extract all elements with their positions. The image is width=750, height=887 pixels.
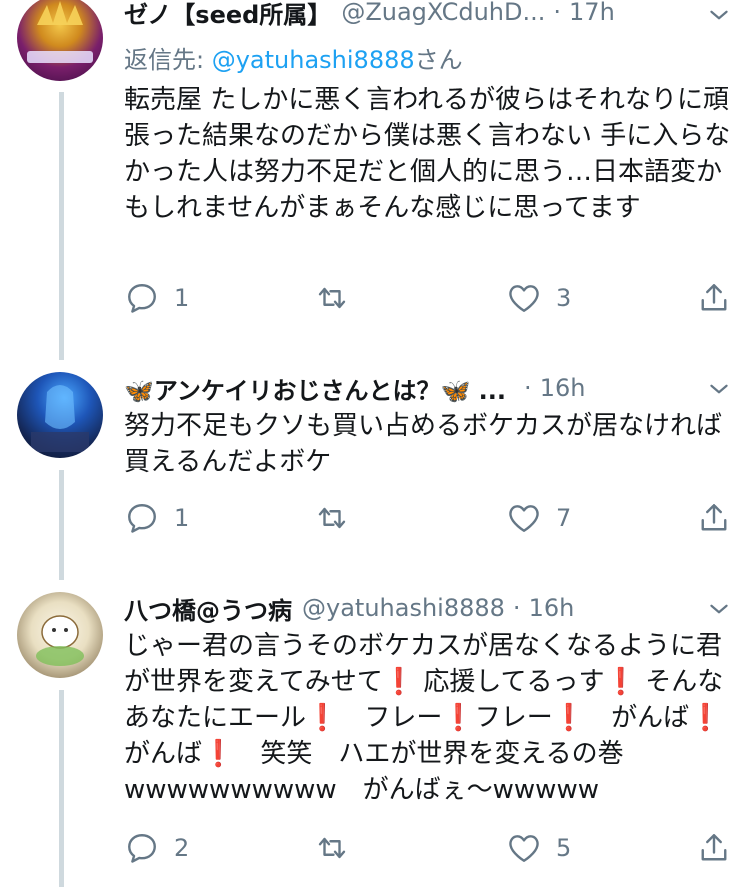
reply-to-suffix: さん	[414, 46, 463, 74]
reply-icon	[124, 280, 160, 316]
tweet-3[interactable]: 八つ橋@うつ病 @yatuhashi8888 · 16h じゃー君の言うそのボケ…	[0, 580, 750, 887]
avatar[interactable]	[17, 0, 103, 81]
display-name[interactable]: ゼノ【seed所属】	[124, 0, 331, 30]
like-icon	[506, 830, 542, 866]
tweet-text: 転売屋 たしかに悪く言われるが彼らはそれなりに頑張った結果なのだから僕は悪く言わ…	[124, 85, 731, 223]
reply-to-line: 返信先: @yatuhashi8888さん	[124, 40, 463, 75]
tweet-header: 八つ橋@うつ病 @yatuhashi8888 · 16h	[124, 588, 730, 628]
tweet-actions: 1 3	[124, 278, 734, 318]
share-icon	[696, 500, 732, 536]
chevron-down-icon[interactable]	[706, 596, 732, 626]
separator-dot: ·	[524, 374, 532, 402]
chevron-down-icon[interactable]	[706, 376, 732, 406]
reply-icon	[124, 830, 160, 866]
reply-to-handle[interactable]: @yatuhashi8888	[212, 46, 415, 74]
like-button[interactable]: 7	[506, 498, 571, 538]
display-name[interactable]: 八つ橋@うつ病	[124, 591, 292, 626]
like-count: 7	[556, 504, 572, 532]
like-count: 3	[556, 284, 572, 312]
reply-count: 1	[174, 504, 190, 532]
share-icon	[696, 830, 732, 866]
tweet-actions: 2 5	[124, 828, 734, 868]
timestamp[interactable]: 16h	[540, 374, 586, 402]
tweet-text: じゃー君の言うそのボケカスが居なくなるように君が世界を変えてみせて❗️ 応援して…	[124, 631, 724, 805]
like-button[interactable]: 5	[506, 828, 571, 868]
retweet-icon	[314, 280, 350, 316]
tweet-1[interactable]: ゼノ【seed所属】 @ZuagXCduhD... · 17h 返信先: @ya…	[0, 0, 750, 360]
reply-count: 1	[174, 284, 190, 312]
thread-line	[59, 92, 64, 360]
timestamp[interactable]: 16h	[529, 594, 575, 622]
share-button[interactable]	[696, 278, 732, 318]
separator-dot: ·	[553, 0, 562, 26]
separator-dot: ·	[512, 594, 521, 622]
user-handle[interactable]: @yatuhashi8888	[302, 594, 505, 622]
tweet-header: ゼノ【seed所属】 @ZuagXCduhD... · 17h	[124, 0, 730, 32]
reply-button[interactable]: 1	[124, 498, 189, 538]
reply-button[interactable]: 1	[124, 278, 189, 318]
like-icon	[506, 500, 542, 536]
reply-button[interactable]: 2	[124, 828, 189, 868]
tweet-text: 努力不足もクソも買い占めるボケカスが居なければ買えるんだよボケ	[124, 411, 723, 477]
retweet-icon	[314, 500, 350, 536]
like-button[interactable]: 3	[506, 278, 571, 318]
avatar[interactable]	[17, 372, 103, 458]
share-button[interactable]	[696, 498, 732, 538]
like-icon	[506, 280, 542, 316]
thread-line	[59, 470, 64, 580]
retweet-icon	[314, 830, 350, 866]
reply-to-label: 返信先:	[124, 46, 212, 74]
tweet-actions: 1 7	[124, 498, 734, 538]
reply-count: 2	[174, 834, 190, 862]
avatar[interactable]	[17, 592, 103, 678]
like-count: 5	[556, 834, 572, 862]
user-handle[interactable]: @ZuagXCduhD...	[341, 0, 545, 26]
display-name[interactable]: 🦋アンケイリおじさんとは？🦋 ...	[124, 371, 506, 406]
thread-line	[59, 690, 64, 887]
retweet-button[interactable]	[314, 278, 364, 318]
chevron-down-icon[interactable]	[706, 2, 732, 32]
timestamp[interactable]: 17h	[569, 0, 615, 26]
tweet-2[interactable]: 🦋アンケイリおじさんとは？🦋 ... · 16h 努力不足もクソも買い占めるボケ…	[0, 360, 750, 580]
share-button[interactable]	[696, 828, 732, 868]
reply-icon	[124, 500, 160, 536]
retweet-button[interactable]	[314, 498, 364, 538]
tweet-header: 🦋アンケイリおじさんとは？🦋 ... · 16h	[124, 368, 730, 408]
retweet-button[interactable]	[314, 828, 364, 868]
share-icon	[696, 280, 732, 316]
